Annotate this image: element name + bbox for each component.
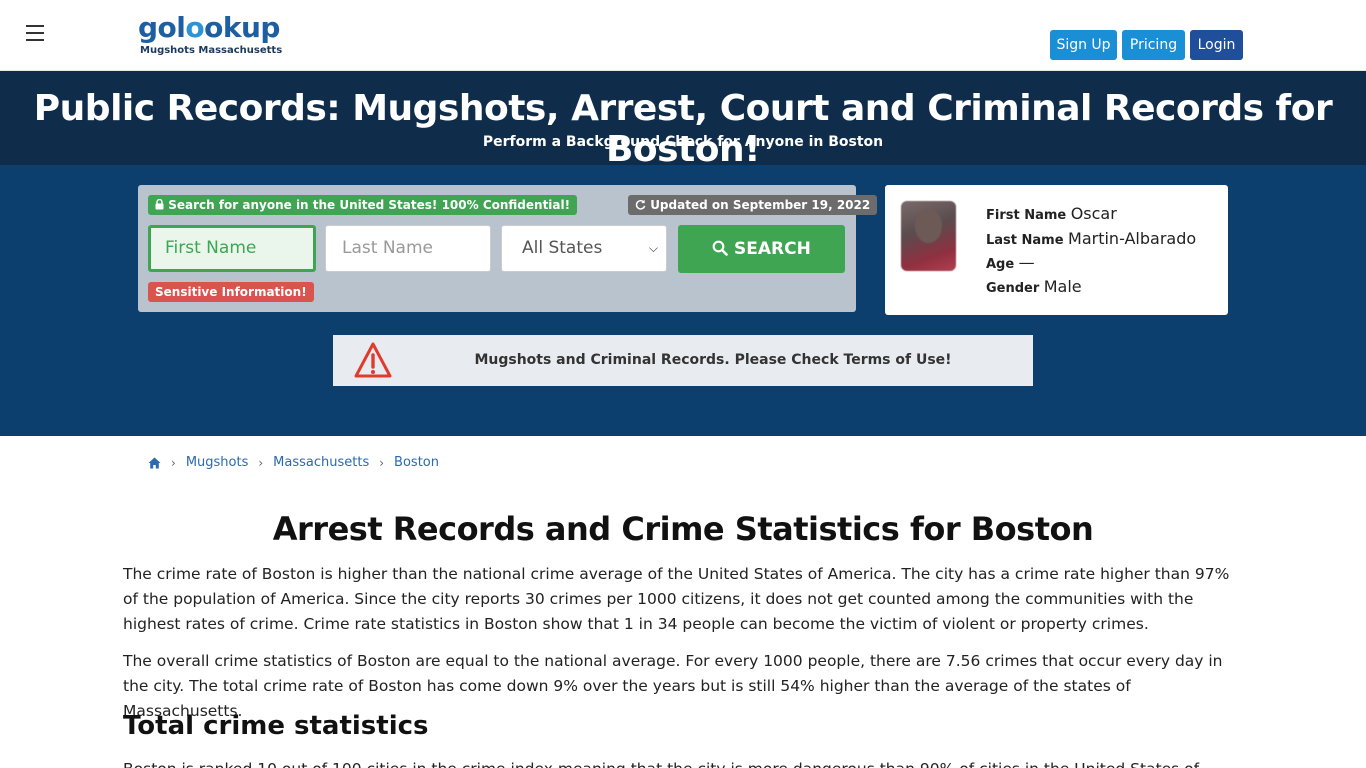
article-title: Arrest Records and Crime Statistics for … bbox=[272, 510, 1094, 548]
age-row: Age — bbox=[986, 253, 1035, 272]
gender-row: Gender Male bbox=[986, 277, 1082, 296]
warning-text: Mugshots and Criminal Records. Please Ch… bbox=[474, 352, 952, 368]
sensitive-badge: Sensitive Information! bbox=[148, 282, 314, 302]
person-card[interactable]: First Name Oscar Last Name Martin-Albara… bbox=[885, 185, 1228, 315]
home-icon[interactable] bbox=[148, 457, 161, 469]
updated-badge: Updated on September 19, 2022 bbox=[628, 195, 878, 215]
logo-wordmark: golookup bbox=[138, 11, 280, 44]
logo-subtitle: Mugshots Massachusetts bbox=[140, 45, 283, 56]
first-name-input[interactable]: First Name bbox=[148, 225, 316, 272]
page-title: Public Records: Mugshots, Arrest, Court … bbox=[33, 88, 1333, 170]
refresh-icon bbox=[635, 199, 646, 210]
breadcrumb-mugshots[interactable]: Mugshots bbox=[186, 455, 249, 470]
search-panel: Search for anyone in the United States! … bbox=[138, 185, 878, 312]
first-name-row: First Name Oscar bbox=[986, 204, 1117, 223]
confidential-badge: Search for anyone in the United States! … bbox=[148, 195, 578, 215]
chevron-down-icon: ⌵ bbox=[648, 241, 658, 255]
warning-icon bbox=[354, 342, 392, 378]
terms-warning: Mugshots and Criminal Records. Please Ch… bbox=[333, 335, 1033, 386]
chevron-right-icon: › bbox=[379, 455, 385, 470]
article-paragraph-3: Boston is ranked 10 out of 100 cities in… bbox=[123, 757, 1245, 768]
breadcrumb-boston[interactable]: Boston bbox=[394, 455, 439, 470]
search-button[interactable]: SEARCH bbox=[678, 225, 845, 273]
login-button[interactable]: Login bbox=[1190, 30, 1243, 60]
page-subtitle: Perform a Background Check for Anyone in… bbox=[482, 134, 884, 150]
breadcrumb: › Mugshots › Massachusetts › Boston bbox=[148, 455, 439, 470]
signup-button[interactable]: Sign Up bbox=[1050, 30, 1117, 60]
section-title-total-crime: Total crime statistics bbox=[123, 711, 429, 741]
site-header: golookup Mugshots Massachusetts Sign Up … bbox=[0, 0, 1366, 71]
state-select[interactable]: All States ⌵ bbox=[501, 225, 667, 272]
lock-icon bbox=[155, 198, 164, 210]
chevron-right-icon: › bbox=[258, 455, 264, 470]
article-paragraph-1: The crime rate of Boston is higher than … bbox=[123, 565, 1230, 633]
last-name-input[interactable]: Last Name bbox=[325, 225, 491, 272]
avatar bbox=[901, 201, 956, 271]
chevron-right-icon: › bbox=[171, 455, 176, 470]
hamburger-icon[interactable] bbox=[26, 25, 44, 41]
pricing-button[interactable]: Pricing bbox=[1122, 30, 1185, 60]
logo[interactable]: golookup Mugshots Massachusetts bbox=[138, 11, 283, 57]
last-name-row: Last Name Martin-Albarado bbox=[986, 229, 1197, 248]
search-icon bbox=[712, 240, 728, 256]
breadcrumb-massachusetts[interactable]: Massachusetts bbox=[273, 455, 369, 470]
